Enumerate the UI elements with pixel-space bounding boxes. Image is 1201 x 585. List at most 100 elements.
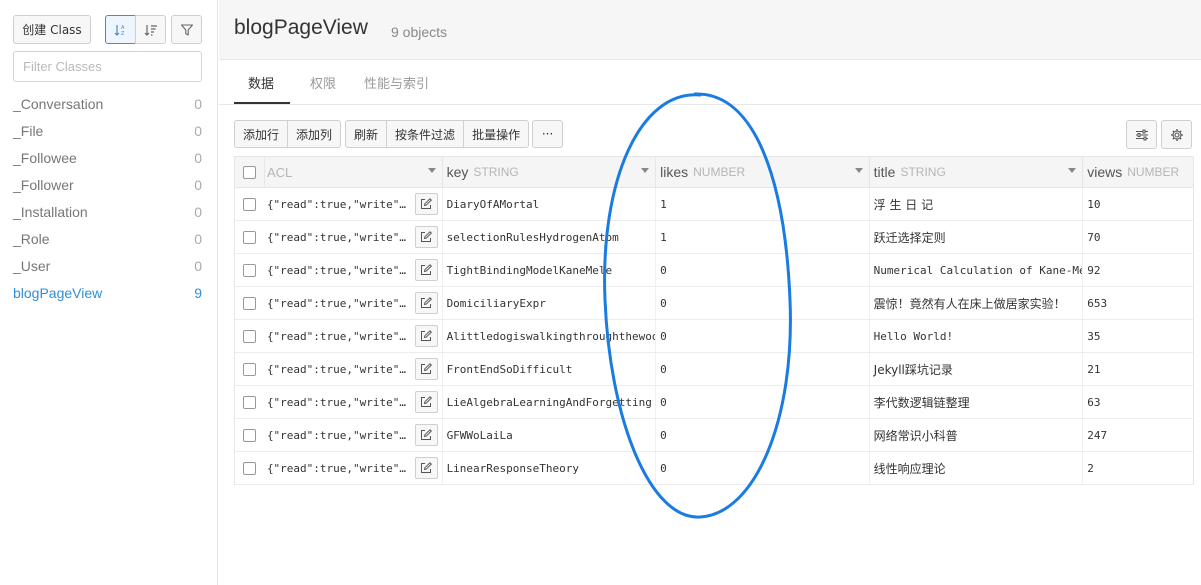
filter-button[interactable]	[171, 15, 202, 44]
title-cell[interactable]: 震惊！竟然有人在床上做居家实验！	[870, 287, 1084, 319]
acl-cell[interactable]: {"read":true,"write"…	[265, 452, 443, 484]
likes-cell[interactable]: 0	[656, 353, 870, 385]
row-checkbox[interactable]	[243, 428, 257, 442]
likes-cell[interactable]: 0	[656, 452, 870, 484]
refresh-button[interactable]: 刷新	[345, 120, 388, 148]
key-cell[interactable]: DiaryOfAMortal	[443, 188, 657, 220]
acl-cell[interactable]: {"read":true,"write"…	[265, 386, 443, 418]
row-checkbox[interactable]	[243, 329, 257, 343]
table-row[interactable]: {"read":true,"write"… TightBindingModelKa…	[235, 254, 1193, 287]
edit-acl-button[interactable]	[414, 325, 438, 347]
likes-cell[interactable]: 0	[656, 419, 870, 451]
likes-cell[interactable]: 0	[656, 287, 870, 319]
acl-cell[interactable]: {"read":true,"write"…	[265, 320, 443, 352]
views-cell[interactable]: 247	[1083, 419, 1193, 451]
class-item-followee[interactable]: _Followee 0	[13, 147, 202, 174]
class-item-conversation[interactable]: _Conversation 0	[13, 93, 202, 120]
edit-acl-button[interactable]	[414, 226, 438, 248]
row-checkbox[interactable]	[243, 263, 257, 277]
likes-cell[interactable]: 0	[656, 254, 870, 286]
table-row[interactable]: {"read":true,"write"… selectionRulesHydro…	[235, 221, 1193, 254]
title-cell[interactable]: Hello World!	[870, 320, 1084, 352]
edit-acl-button[interactable]	[414, 424, 438, 446]
title-cell[interactable]: 浮 生 日 记	[870, 188, 1084, 220]
key-cell[interactable]: LieAlgebraLearningAndForgetting	[443, 386, 657, 418]
views-cell[interactable]: 63	[1083, 386, 1193, 418]
key-cell[interactable]: selectionRulesHydrogenAtom	[443, 221, 657, 253]
class-item-file[interactable]: _File 0	[13, 120, 202, 147]
title-cell[interactable]: 线性响应理论	[870, 452, 1084, 484]
table-row[interactable]: {"read":true,"write"… Alittledogiswalking…	[235, 320, 1193, 353]
chevron-down-icon[interactable]	[1068, 168, 1077, 173]
key-cell[interactable]: GFWWoLaiLa	[443, 419, 657, 451]
acl-cell[interactable]: {"read":true,"write"…	[265, 287, 443, 319]
batch-operation-button[interactable]: 批量操作	[463, 120, 530, 148]
class-item-user[interactable]: _User 0	[13, 255, 202, 282]
tab-performance-index[interactable]: 性能与索引	[364, 73, 429, 92]
class-item-blogpageview[interactable]: blogPageView 9	[13, 282, 202, 309]
title-cell[interactable]: 李代数逻辑链整理	[870, 386, 1084, 418]
key-cell[interactable]: Alittledogiswalkingthroughthewoods	[443, 320, 657, 352]
table-row[interactable]: {"read":true,"write"… DomiciliaryExpr 0 震惊！…	[235, 287, 1193, 320]
column-header-likes[interactable]: likes NUMBER	[656, 157, 870, 187]
edit-acl-button[interactable]	[414, 358, 438, 380]
create-class-button[interactable]: 创建 Class	[13, 15, 91, 44]
views-cell[interactable]: 21	[1083, 353, 1193, 385]
filter-classes-input[interactable]	[13, 51, 202, 82]
class-item-installation[interactable]: _Installation 0	[13, 201, 202, 228]
tab-permissions[interactable]: 权限	[310, 73, 336, 92]
class-item-role[interactable]: _Role 0	[13, 228, 202, 255]
views-cell[interactable]: 10	[1083, 188, 1193, 220]
row-checkbox[interactable]	[243, 197, 257, 211]
filter-by-condition-button[interactable]: 按条件过滤	[386, 120, 465, 148]
table-row[interactable]: {"read":true,"write"… LieAlgebraLearningA…	[235, 386, 1193, 419]
key-cell[interactable]: LinearResponseTheory	[443, 452, 657, 484]
row-checkbox[interactable]	[243, 296, 257, 310]
likes-cell[interactable]: 0	[656, 320, 870, 352]
sort-desc-button[interactable]	[135, 15, 166, 44]
sort-asc-button[interactable]: A Z	[105, 15, 136, 44]
title-cell[interactable]: Jekyll踩坑记录	[870, 353, 1084, 385]
views-cell[interactable]: 92	[1083, 254, 1193, 286]
table-row[interactable]: {"read":true,"write"… FrontEndSoDifficult…	[235, 353, 1193, 386]
edit-acl-button[interactable]	[414, 292, 438, 314]
more-button[interactable]: ···	[532, 120, 564, 148]
edit-acl-button[interactable]	[414, 193, 438, 215]
views-cell[interactable]: 70	[1083, 221, 1193, 253]
key-cell[interactable]: DomiciliaryExpr	[443, 287, 657, 319]
column-header-title[interactable]: title STRING	[870, 157, 1084, 187]
add-row-button[interactable]: 添加行	[234, 120, 289, 148]
likes-cell[interactable]: 0	[656, 386, 870, 418]
title-cell[interactable]: 网络常识小科普	[870, 419, 1084, 451]
views-cell[interactable]: 2	[1083, 452, 1193, 484]
edit-acl-button[interactable]	[414, 391, 438, 413]
row-checkbox[interactable]	[243, 395, 257, 409]
views-cell[interactable]: 35	[1083, 320, 1193, 352]
tab-data[interactable]: 数据	[248, 73, 274, 92]
acl-cell[interactable]: {"read":true,"write"…	[265, 221, 443, 253]
settings-button[interactable]	[1161, 120, 1192, 149]
key-cell[interactable]: TightBindingModelKaneMele	[443, 254, 657, 286]
title-cell[interactable]: 跃迁选择定则	[870, 221, 1084, 253]
acl-cell[interactable]: {"read":true,"write"…	[265, 353, 443, 385]
edit-acl-button[interactable]	[414, 259, 438, 281]
chevron-down-icon[interactable]	[854, 168, 863, 173]
column-header-views[interactable]: views NUMBER	[1083, 157, 1193, 187]
select-all-checkbox[interactable]	[242, 165, 256, 179]
likes-cell[interactable]: 1	[656, 188, 870, 220]
add-column-button[interactable]: 添加列	[287, 120, 342, 148]
views-cell[interactable]: 653	[1083, 287, 1193, 319]
column-header-key[interactable]: key STRING	[443, 157, 657, 187]
chevron-down-icon[interactable]	[427, 168, 436, 173]
table-row[interactable]: {"read":true,"write"… LinearResponseTheor…	[235, 452, 1193, 485]
row-checkbox[interactable]	[243, 362, 257, 376]
row-checkbox[interactable]	[243, 461, 257, 475]
class-item-follower[interactable]: _Follower 0	[13, 174, 202, 201]
edit-acl-button[interactable]	[414, 457, 438, 479]
column-settings-button[interactable]	[1126, 120, 1157, 149]
key-cell[interactable]: FrontEndSoDifficult	[443, 353, 657, 385]
acl-cell[interactable]: {"read":true,"write"…	[265, 419, 443, 451]
chevron-down-icon[interactable]	[641, 168, 650, 173]
column-header-acl[interactable]: ACL	[265, 157, 443, 187]
row-checkbox[interactable]	[243, 230, 257, 244]
